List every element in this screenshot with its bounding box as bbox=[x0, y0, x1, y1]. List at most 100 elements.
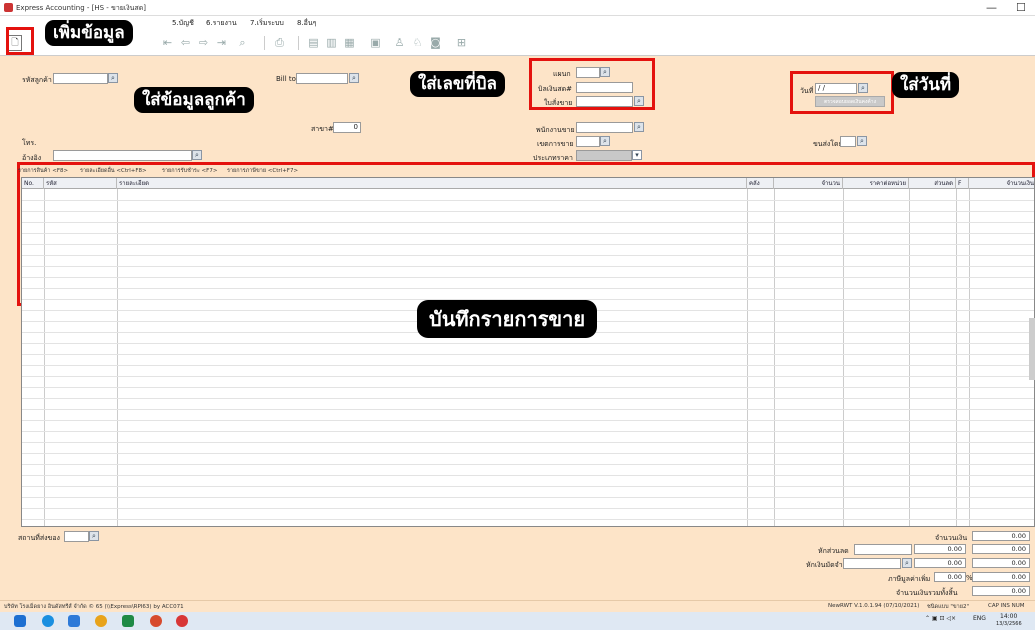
ship-to-lookup-icon[interactable]: ⌕ bbox=[89, 531, 99, 541]
salesperson-input[interactable] bbox=[576, 122, 633, 133]
bill-number-input[interactable] bbox=[576, 82, 633, 93]
column-header-code[interactable]: รหัส bbox=[44, 178, 117, 189]
edge-icon[interactable] bbox=[42, 615, 54, 627]
table-row[interactable] bbox=[22, 365, 1034, 366]
chrome-icon[interactable] bbox=[95, 615, 107, 627]
vat-rate-input[interactable]: 0.00 bbox=[934, 572, 966, 582]
menu-accounting[interactable]: 5.บัญชี bbox=[172, 18, 194, 29]
column-header-f[interactable]: F bbox=[956, 178, 969, 189]
search-icon[interactable]: ⌕ bbox=[235, 34, 250, 51]
tab-sales-tax[interactable]: รายการภาษีขาย <Ctrl+F7> bbox=[227, 167, 298, 175]
discount-input[interactable] bbox=[854, 544, 912, 555]
date-input[interactable]: / / bbox=[815, 83, 857, 94]
table-row[interactable] bbox=[22, 200, 1034, 201]
branch-input[interactable]: 0 bbox=[333, 122, 361, 133]
table-row[interactable] bbox=[22, 277, 1034, 278]
table-row[interactable] bbox=[22, 486, 1034, 487]
table-row[interactable] bbox=[22, 354, 1034, 355]
table-row[interactable] bbox=[22, 475, 1034, 476]
sales-order-input[interactable] bbox=[576, 96, 633, 107]
customer-lookup-icon[interactable]: ⌕ bbox=[108, 73, 118, 83]
price-type-select[interactable] bbox=[576, 150, 632, 161]
language-indicator[interactable]: ENG bbox=[973, 615, 986, 622]
salesperson-lookup-icon[interactable]: ⌕ bbox=[634, 122, 644, 132]
bill-to-input[interactable] bbox=[296, 73, 348, 84]
table-row[interactable] bbox=[22, 519, 1034, 520]
column-header-description[interactable]: รายละเอียด bbox=[117, 178, 747, 189]
column-header-unit-price[interactable]: ราคาต่อหน่วย bbox=[843, 178, 909, 189]
table-row[interactable] bbox=[22, 431, 1034, 432]
deposit-lookup-icon[interactable]: ⌕ bbox=[902, 558, 912, 568]
tab-other-details[interactable]: รายละเอียดอื่น <Ctrl+F8> bbox=[80, 167, 147, 175]
table-row[interactable] bbox=[22, 244, 1034, 245]
sales-order-lookup-icon[interactable]: ⌕ bbox=[634, 96, 644, 106]
column-header-quantity[interactable]: จำนวน bbox=[774, 178, 843, 189]
table-row[interactable] bbox=[22, 442, 1034, 443]
tab-items[interactable]: รายการสินค้า <F8> bbox=[18, 167, 68, 175]
print-icon[interactable]: ⎙ bbox=[272, 34, 287, 51]
table-row[interactable] bbox=[22, 398, 1034, 399]
customer-code-input[interactable] bbox=[53, 73, 108, 84]
deposit-input[interactable] bbox=[843, 558, 901, 569]
column-header-warehouse[interactable]: คลัง bbox=[747, 178, 774, 189]
department-lookup-icon[interactable]: ⌕ bbox=[600, 67, 610, 77]
sales-area-lookup-icon[interactable]: ⌕ bbox=[600, 136, 610, 146]
grid-scrollbar[interactable] bbox=[1029, 318, 1035, 380]
table-row[interactable] bbox=[22, 420, 1034, 421]
table-row[interactable] bbox=[22, 211, 1034, 212]
chevron-down-icon[interactable]: ▾ bbox=[632, 150, 642, 160]
department-input[interactable] bbox=[576, 67, 600, 78]
minimize-button[interactable]: — bbox=[986, 1, 997, 14]
bill-to-lookup-icon[interactable]: ⌕ bbox=[349, 73, 359, 83]
ship-via-input[interactable] bbox=[840, 136, 856, 147]
app-icon-express[interactable] bbox=[176, 615, 188, 627]
explorer-icon[interactable] bbox=[68, 615, 80, 627]
table-row[interactable] bbox=[22, 233, 1034, 234]
table-row[interactable] bbox=[22, 464, 1034, 465]
menu-setup[interactable]: 7.เริ่มระบบ bbox=[250, 18, 284, 29]
table-row[interactable] bbox=[22, 222, 1034, 223]
table-row[interactable] bbox=[22, 409, 1034, 410]
menu-other[interactable]: 8.อื่นๆ bbox=[297, 18, 316, 29]
ship-to-input[interactable] bbox=[64, 531, 89, 542]
table-row[interactable] bbox=[22, 288, 1034, 289]
table-row[interactable] bbox=[22, 387, 1034, 388]
sales-items-grid[interactable]: No. รหัส รายละเอียด คลัง จำนวน ราคาต่อหน… bbox=[21, 177, 1035, 527]
clock-date[interactable]: 13/3/2566 bbox=[996, 621, 1022, 627]
document-list-icon[interactable]: ▥ bbox=[324, 34, 339, 51]
previous-record-icon[interactable]: ⇦ bbox=[178, 34, 193, 51]
tab-payments[interactable]: รายการรับชำระ <F7> bbox=[162, 167, 217, 175]
column-header-no[interactable]: No. bbox=[22, 178, 44, 189]
clock-time[interactable]: 14:00 bbox=[1000, 613, 1017, 620]
column-header-amount[interactable]: จำนวนเงิน bbox=[969, 178, 1034, 189]
table-row[interactable] bbox=[22, 497, 1034, 498]
document-icon[interactable]: ▤ bbox=[306, 34, 321, 51]
maximize-button[interactable]: ☐ bbox=[1016, 1, 1026, 14]
table-row[interactable] bbox=[22, 255, 1034, 256]
check-balance-button[interactable]: ตรวจสอบยอดเงินคงค้าง bbox=[815, 96, 885, 107]
save-icon[interactable]: ◙ bbox=[428, 34, 443, 51]
table-row[interactable] bbox=[22, 343, 1034, 344]
calculator-icon[interactable]: ▣ bbox=[368, 34, 383, 51]
menu-report[interactable]: 6.รายงาน bbox=[206, 18, 237, 29]
first-record-icon[interactable]: ⇤ bbox=[160, 34, 175, 51]
reference-input[interactable] bbox=[53, 150, 192, 161]
user-icon[interactable]: ♘ bbox=[410, 34, 425, 51]
column-header-discount[interactable]: ส่วนลด bbox=[909, 178, 956, 189]
calendar-icon[interactable]: ⌕ bbox=[858, 83, 868, 93]
windows-start-icon[interactable] bbox=[14, 615, 26, 627]
tray-icons[interactable]: ⌃ ▣ ⊡ ◁× bbox=[925, 615, 956, 622]
table-row[interactable] bbox=[22, 508, 1034, 509]
ship-via-lookup-icon[interactable]: ⌕ bbox=[857, 136, 867, 146]
next-record-icon[interactable]: ⇨ bbox=[196, 34, 211, 51]
table-row[interactable] bbox=[22, 453, 1034, 454]
tools-icon[interactable]: ⊞ bbox=[454, 34, 469, 51]
table-row[interactable] bbox=[22, 376, 1034, 377]
last-record-icon[interactable]: ⇥ bbox=[214, 34, 229, 51]
excel-icon[interactable] bbox=[122, 615, 134, 627]
sales-area-input[interactable] bbox=[576, 136, 600, 147]
reference-lookup-icon[interactable]: ⌕ bbox=[192, 150, 202, 160]
app-icon-red[interactable] bbox=[150, 615, 162, 627]
table-row[interactable] bbox=[22, 266, 1034, 267]
stamp-icon[interactable]: ♙ bbox=[392, 34, 407, 51]
